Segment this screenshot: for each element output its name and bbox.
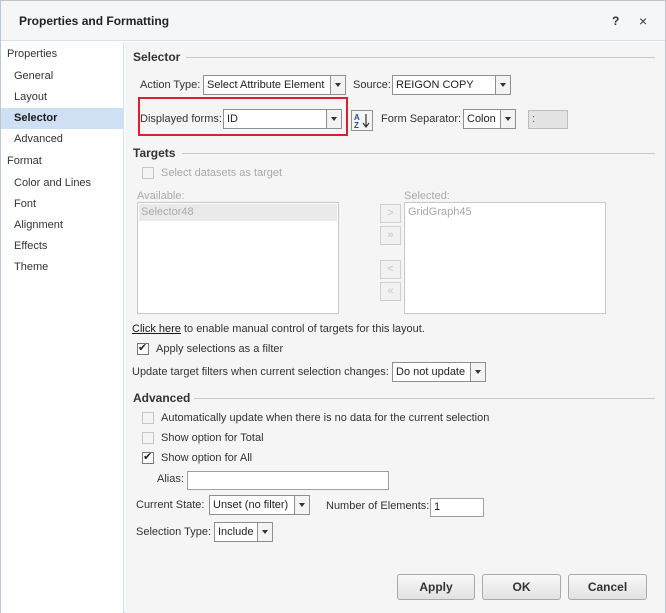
click-here-link[interactable]: Click here	[132, 323, 181, 335]
section-title-selector: Selector	[133, 50, 181, 64]
close-icon[interactable]: ×	[639, 13, 647, 29]
source-label: Source:	[353, 79, 391, 91]
section-divider	[194, 398, 655, 399]
action-type-select[interactable]: Select Attribute Element	[203, 75, 346, 95]
update-select[interactable]: Do not update	[392, 362, 486, 382]
click-here-text: Click here to enable manual control of t…	[132, 323, 425, 335]
section-title-advanced: Advanced	[133, 391, 191, 405]
sidebar-item-effects[interactable]: Effects	[1, 236, 123, 257]
sidebar-item-alignment[interactable]: Alignment	[1, 215, 123, 236]
sidebar-item-font[interactable]: Font	[1, 194, 123, 215]
form-separator-value: Colon	[467, 113, 496, 125]
sidebar-item-selector[interactable]: Selector	[1, 108, 123, 129]
show-all-checkbox[interactable]	[142, 450, 154, 464]
apply-filter-checkbox[interactable]	[137, 341, 149, 355]
chevron-down-icon	[330, 76, 345, 94]
chevron-down-icon	[495, 76, 510, 94]
num-elements-label: Number of Elements:	[326, 500, 430, 512]
list-item[interactable]: Selector48	[139, 204, 337, 221]
sidebar-item-theme[interactable]: Theme	[1, 257, 123, 278]
double-chevron-left-icon: «	[387, 285, 394, 297]
apply-button[interactable]: Apply	[397, 574, 475, 600]
selected-label: Selected:	[404, 190, 450, 202]
show-total-checkbox[interactable]	[142, 432, 154, 444]
help-icon[interactable]: ?	[612, 14, 619, 28]
list-item[interactable]: GridGraph45	[406, 204, 604, 221]
highlight-box	[138, 97, 348, 136]
sidebar-item-layout[interactable]: Layout	[1, 87, 123, 108]
chevron-down-icon	[500, 110, 515, 128]
chevron-right-icon: >	[387, 207, 394, 219]
available-listbox[interactable]: Selector48	[137, 202, 339, 314]
action-type-label: Action Type:	[140, 79, 201, 91]
double-chevron-right-icon: »	[387, 229, 394, 241]
chevron-down-icon	[257, 523, 272, 541]
alias-label: Alias:	[157, 473, 184, 485]
dialog-title: Properties and Formatting	[19, 14, 170, 28]
available-label: Available:	[137, 190, 185, 202]
selected-listbox[interactable]: GridGraph45	[404, 202, 606, 314]
properties-dialog: Properties and Formatting ? × Properties…	[0, 0, 666, 613]
chevron-left-icon: <	[387, 263, 394, 275]
sidebar: Properties General Layout Selector Advan…	[1, 42, 124, 613]
sidebar-group-format: Format	[7, 155, 42, 167]
sidebar-item-general[interactable]: General	[1, 66, 123, 87]
form-separator-label: Form Separator:	[381, 113, 462, 125]
sort-az-icon: A Z	[354, 113, 370, 130]
show-total-label: Show option for Total	[161, 432, 264, 444]
section-title-targets: Targets	[133, 146, 176, 160]
selection-type-value: Include	[218, 526, 254, 538]
move-right-button[interactable]: >	[380, 204, 401, 223]
move-all-right-button[interactable]: »	[380, 226, 401, 245]
update-value: Do not update	[396, 366, 466, 378]
chevron-down-icon	[470, 363, 485, 381]
source-value: REIGON COPY	[396, 79, 474, 91]
auto-update-checkbox[interactable]	[142, 412, 154, 424]
move-left-button[interactable]: <	[380, 260, 401, 279]
sidebar-group-properties: Properties	[7, 48, 58, 60]
section-divider	[182, 153, 655, 154]
alias-input[interactable]	[187, 471, 389, 490]
move-all-left-button[interactable]: «	[380, 282, 401, 301]
current-state-select[interactable]: Unset (no filter)	[209, 495, 310, 515]
ok-button[interactable]: OK	[482, 574, 561, 600]
current-state-value: Unset (no filter)	[213, 499, 289, 511]
chevron-down-icon	[294, 496, 309, 514]
apply-filter-label: Apply selections as a filter	[156, 343, 284, 355]
selection-type-select[interactable]: Include	[214, 522, 273, 542]
current-state-label: Current State:	[136, 499, 205, 511]
source-select[interactable]: REIGON COPY	[392, 75, 511, 95]
separator-char-input: :	[528, 110, 568, 129]
sort-button[interactable]: A Z	[351, 110, 373, 131]
selection-type-label: Selection Type:	[136, 526, 212, 538]
select-datasets-label: Select datasets as target	[161, 167, 283, 179]
sidebar-item-advanced[interactable]: Advanced	[1, 129, 123, 150]
update-label: Update target filters when current selec…	[132, 366, 389, 378]
select-datasets-checkbox[interactable]	[142, 167, 154, 179]
form-separator-select[interactable]: Colon	[463, 109, 516, 129]
sidebar-item-color-and-lines[interactable]: Color and Lines	[1, 173, 123, 194]
title-bar: Properties and Formatting ? ×	[1, 1, 665, 41]
auto-update-label: Automatically update when there is no da…	[161, 412, 490, 424]
section-divider	[186, 57, 655, 58]
show-all-label: Show option for All	[161, 452, 253, 464]
num-elements-input[interactable]: 1	[430, 498, 484, 517]
svg-text:Z: Z	[354, 121, 359, 130]
click-here-rest: to enable manual control of targets for …	[180, 323, 425, 335]
cancel-button[interactable]: Cancel	[568, 574, 647, 600]
action-type-value: Select Attribute Element	[207, 79, 325, 91]
